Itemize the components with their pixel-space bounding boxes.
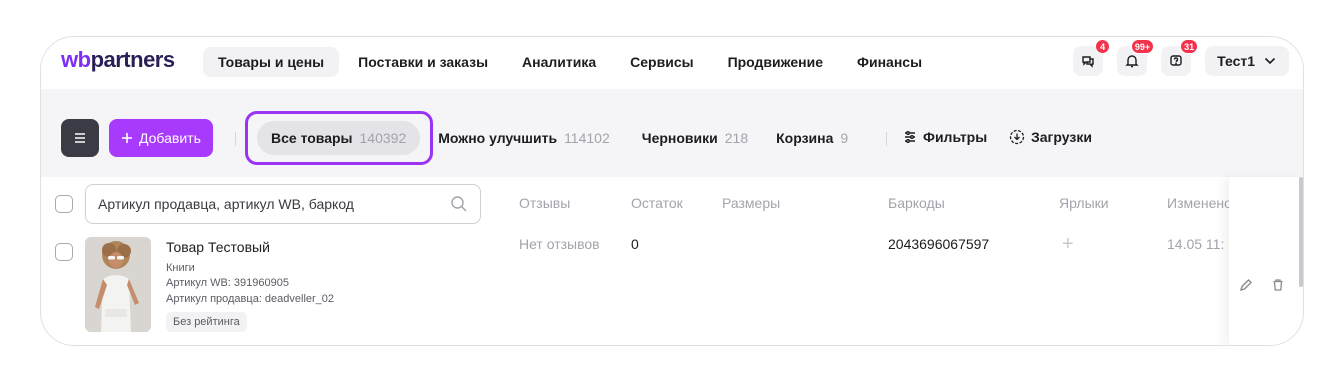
nav-item-promotion[interactable]: Продвижение (713, 47, 838, 77)
changed-cell: 14.05 11: (1167, 236, 1225, 252)
tab-count: 114102 (564, 130, 610, 146)
chat-button[interactable]: 4 (1073, 39, 1111, 76)
logo[interactable]: wbpartners (61, 47, 175, 73)
bell-icon (1125, 55, 1139, 68)
product-photo (85, 237, 151, 332)
product-category: Книги (166, 262, 195, 274)
tab-can-improve[interactable]: Можно улучшить 114102 (424, 121, 624, 155)
column-header-sizes[interactable]: Размеры (722, 195, 780, 211)
nav-item-analytics[interactable]: Аналитика (507, 47, 611, 77)
column-header-stock[interactable]: Остаток (631, 195, 683, 211)
nav-item-supplies-orders[interactable]: Поставки и заказы (343, 47, 503, 77)
support-button[interactable]: 31 (1161, 39, 1199, 76)
search-field[interactable] (85, 184, 481, 224)
search-icon[interactable] (450, 195, 468, 213)
product-seller-article: Артикул продавца: deadveller_02 (166, 293, 335, 305)
tab-trash[interactable]: Корзина 9 (762, 121, 862, 155)
chat-badge: 4 (1095, 39, 1111, 54)
tab-drafts[interactable]: Черновики 218 (628, 121, 762, 155)
filters-icon (905, 131, 915, 143)
rating-badge: Без рейтинга (166, 312, 247, 332)
barcode-cell: 2043696067597 (888, 236, 990, 252)
tab-count: 9 (840, 130, 849, 146)
active-tab-highlight (245, 111, 433, 165)
tab-count: 218 (724, 130, 749, 146)
product-wb-article: Артикул WB: 391960905 (166, 277, 289, 289)
top-header: wbpartners Товары и цены Поставки и зака… (41, 37, 1303, 89)
reviews-cell: Нет отзывов (519, 236, 600, 252)
search-input[interactable] (98, 196, 450, 212)
header-actions: 4 99+ 31 Тест1 (1073, 39, 1289, 76)
column-header-changed[interactable]: Изменено (1167, 195, 1232, 211)
products-toolbar: Добавить Все товары 140392 Можно улучшит… (41, 89, 1303, 177)
support-icon (1170, 55, 1182, 66)
user-name: Тест1 (1217, 53, 1255, 69)
product-title[interactable]: Товар Тестовый (166, 239, 270, 255)
chat-icon (1082, 56, 1094, 68)
app-window: wbpartners Товары и цены Поставки и зака… (40, 36, 1304, 346)
nav-item-services[interactable]: Сервисы (615, 47, 708, 77)
download-icon (1009, 129, 1025, 145)
add-label-button[interactable]: + (1062, 233, 1074, 256)
stock-cell: 0 (631, 236, 639, 252)
column-header-labels[interactable]: Ярлыки (1059, 195, 1109, 211)
filters-button[interactable]: Фильтры (903, 120, 987, 154)
column-header-barcodes[interactable]: Баркоды (888, 195, 945, 211)
chevron-down-icon (1264, 57, 1276, 65)
edit-icon[interactable] (1239, 278, 1253, 292)
support-badge: 31 (1180, 39, 1199, 54)
row-checkbox[interactable] (55, 243, 73, 261)
downloads-button[interactable]: Загрузки (1009, 120, 1092, 154)
add-button-label: Добавить (139, 130, 201, 146)
column-header-reviews[interactable]: Отзывы (519, 195, 570, 211)
products-table: Отзывы Остаток Размеры Баркоды Ярлыки Из… (41, 177, 1303, 345)
toolbar-divider (886, 132, 887, 146)
main-nav: Товары и цены Поставки и заказы Аналитик… (203, 47, 937, 77)
select-all-checkbox[interactable] (55, 195, 73, 213)
product-thumbnail[interactable] (85, 237, 151, 332)
vertical-scrollbar[interactable] (1299, 177, 1303, 287)
menu-button[interactable] (61, 119, 99, 157)
add-button[interactable]: Добавить (109, 119, 213, 157)
toolbar-divider (235, 132, 236, 146)
user-menu-button[interactable]: Тест1 (1205, 46, 1289, 76)
nav-item-products-prices[interactable]: Товары и цены (203, 47, 340, 77)
row-actions-panel (1229, 177, 1303, 345)
notifications-badge: 99+ (1130, 39, 1155, 54)
plus-icon (122, 133, 132, 143)
notifications-button[interactable]: 99+ (1117, 39, 1155, 76)
trash-icon[interactable] (1271, 278, 1285, 292)
hamburger-icon (75, 133, 85, 143)
nav-item-finance[interactable]: Финансы (842, 47, 937, 77)
